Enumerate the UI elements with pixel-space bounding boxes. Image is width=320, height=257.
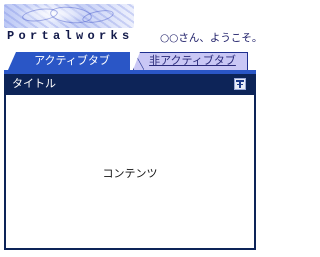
welcome-message: ○○さん、ようこそ。 <box>160 32 263 44</box>
portlet-window: タイトル コンテンツ <box>4 74 256 250</box>
logo-graphic <box>4 4 134 28</box>
window-control-icon[interactable] <box>234 78 246 90</box>
tab-active[interactable]: アクティブタブ <box>8 52 130 70</box>
portlet-title: タイトル <box>12 77 56 90</box>
tab-active-label: アクティブタブ <box>34 54 110 67</box>
tab-inactive[interactable]: 非アクティブタブ <box>133 52 248 70</box>
portlet-body: コンテンツ <box>6 95 254 248</box>
portlet-titlebar: タイトル <box>4 74 256 95</box>
logo-text: Portalworks <box>7 29 134 43</box>
portlet-content: コンテンツ <box>102 167 158 180</box>
tab-inactive-label: 非アクティブタブ <box>149 54 236 67</box>
